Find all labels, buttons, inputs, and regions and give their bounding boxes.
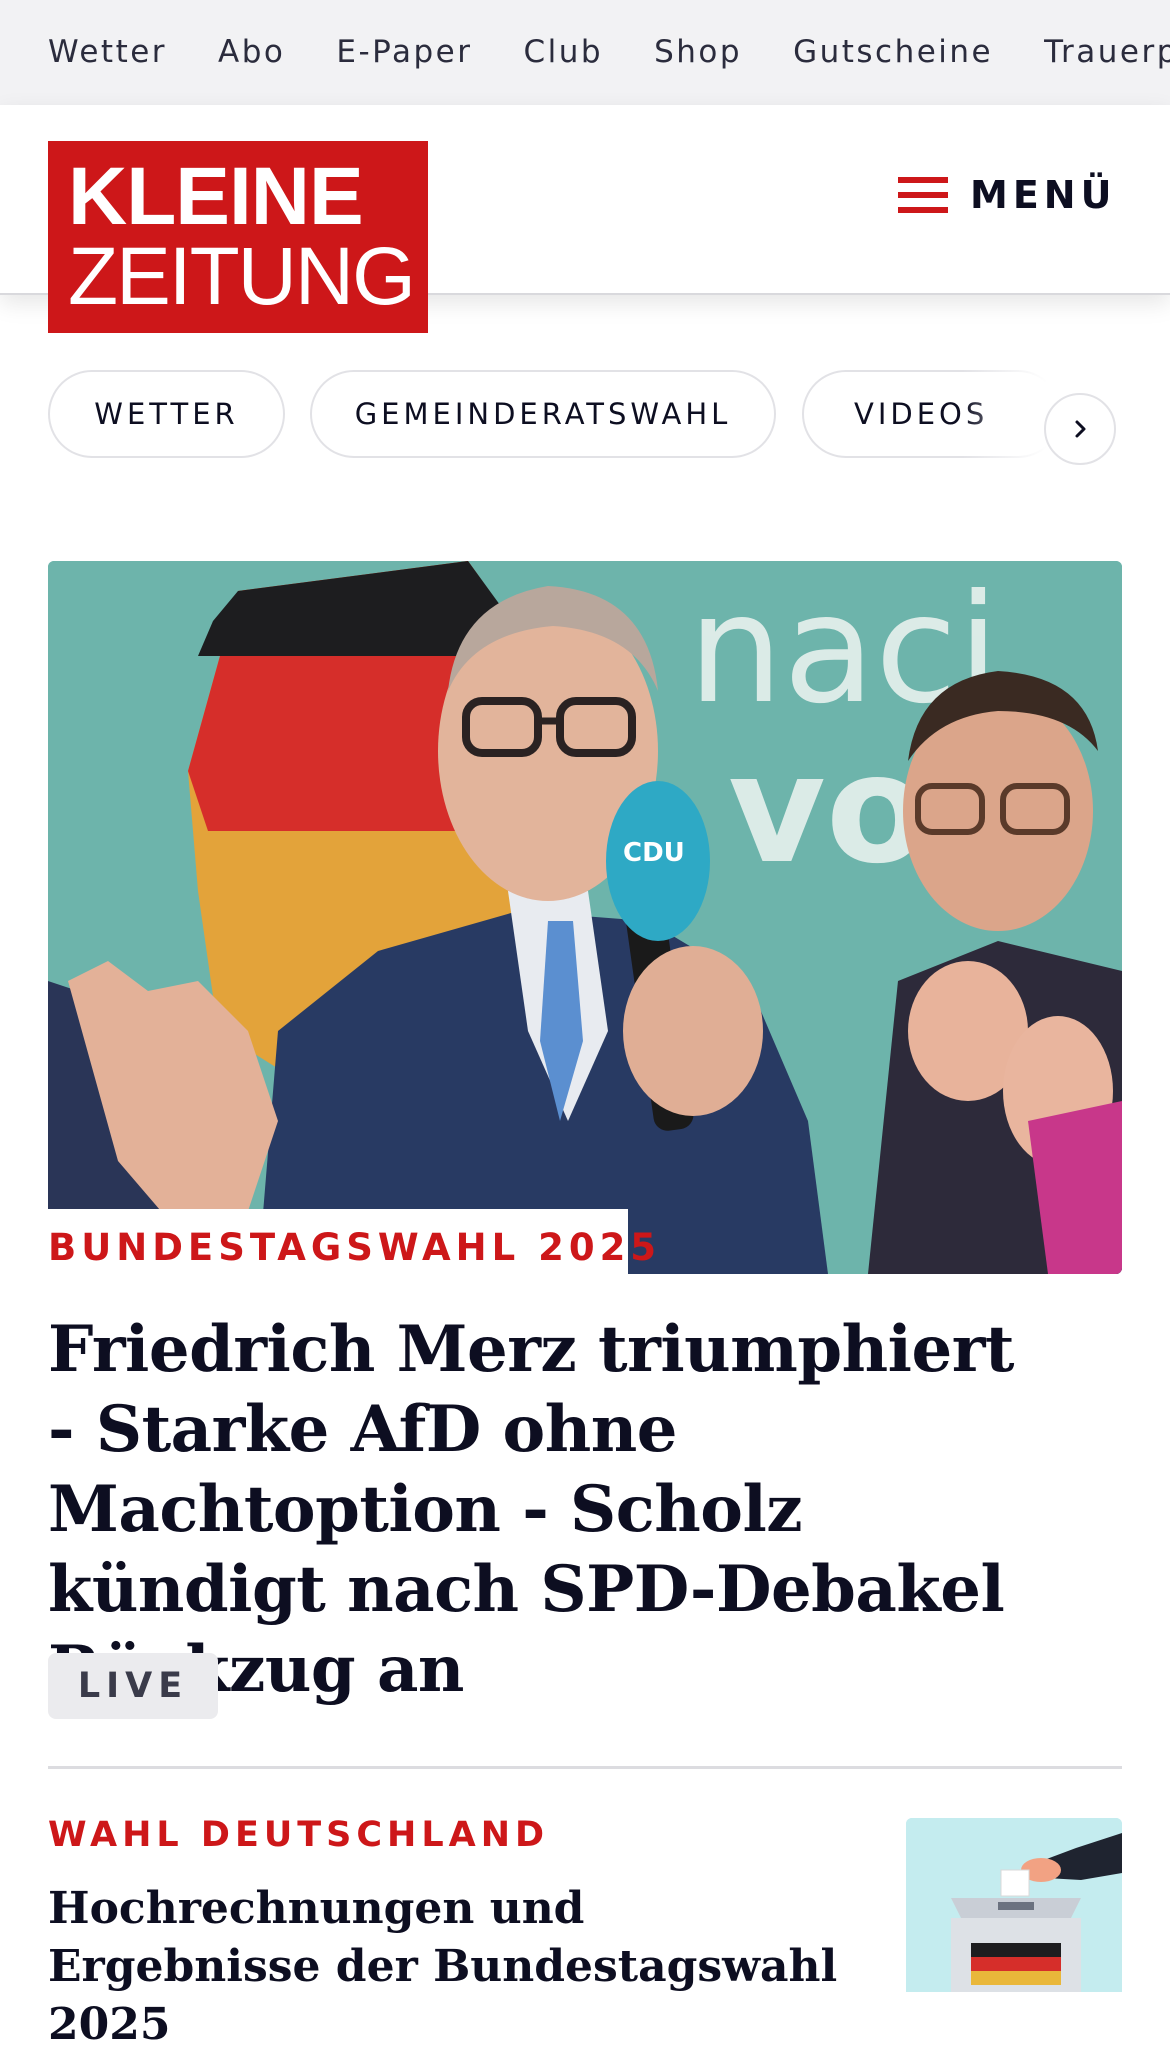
site-header: KLEINE ZEITUNG MENÜ xyxy=(0,105,1170,333)
ballot-box-illustration xyxy=(906,1818,1122,1992)
chip-wetter[interactable]: WETTER xyxy=(48,370,285,458)
service-nav-item-epaper[interactable]: E-Paper xyxy=(336,30,472,74)
service-nav-item-trauerportal[interactable]: Trauerportal xyxy=(1044,30,1170,74)
teaser-headline[interactable]: Hochrechnungen und Ergebnisse der Bundes… xyxy=(48,1880,868,2054)
lead-article-headline[interactable]: Friedrich Merz triumphiert - Starke AfD … xyxy=(48,1310,1058,1710)
teaser-kicker: WAHL DEUTSCHLAND xyxy=(48,1815,550,1855)
chip-scroll-next-button[interactable] xyxy=(1044,393,1116,465)
service-nav-item-shop[interactable]: Shop xyxy=(654,30,742,74)
chip-gemeinderatswahl[interactable]: GEMEINDERATSWAHL xyxy=(310,370,776,458)
chevron-right-icon xyxy=(1075,420,1086,438)
service-nav-list: Wetter Abo E-Paper Club Shop Gutscheine … xyxy=(48,30,1170,74)
service-nav-item-abo[interactable]: Abo xyxy=(218,30,285,74)
logo-line-2: ZEITUNG xyxy=(68,231,416,322)
service-nav-item-gutscheine[interactable]: Gutscheine xyxy=(793,30,993,74)
article-divider xyxy=(48,1766,1122,1769)
menu-button[interactable]: MENÜ xyxy=(898,167,1116,223)
svg-text:CDU: CDU xyxy=(623,838,685,868)
service-nav-bar: Wetter Abo E-Paper Club Shop Gutscheine … xyxy=(0,0,1170,105)
service-nav-item-wetter[interactable]: Wetter xyxy=(48,30,167,74)
lead-article-kicker: BUNDESTAGSWAHL 2025 xyxy=(48,1226,662,1269)
live-badge: LIVE xyxy=(48,1653,218,1719)
hamburger-icon xyxy=(898,177,948,213)
lead-article-image[interactable]: naci vo CDU xyxy=(48,561,1122,1274)
teaser-thumbnail[interactable] xyxy=(906,1818,1122,1992)
topic-chip-bar: WETTER GEMEINDERATSWAHL VIDEOS xyxy=(48,368,1122,460)
lead-photo-illustration: naci vo CDU xyxy=(48,561,1122,1274)
menu-label: MENÜ xyxy=(970,173,1117,217)
service-nav-item-club[interactable]: Club xyxy=(523,30,603,74)
svg-text:vo: vo xyxy=(728,723,929,897)
logo-line-1: KLEINE xyxy=(68,151,364,242)
site-logo[interactable]: KLEINE ZEITUNG xyxy=(48,141,428,333)
